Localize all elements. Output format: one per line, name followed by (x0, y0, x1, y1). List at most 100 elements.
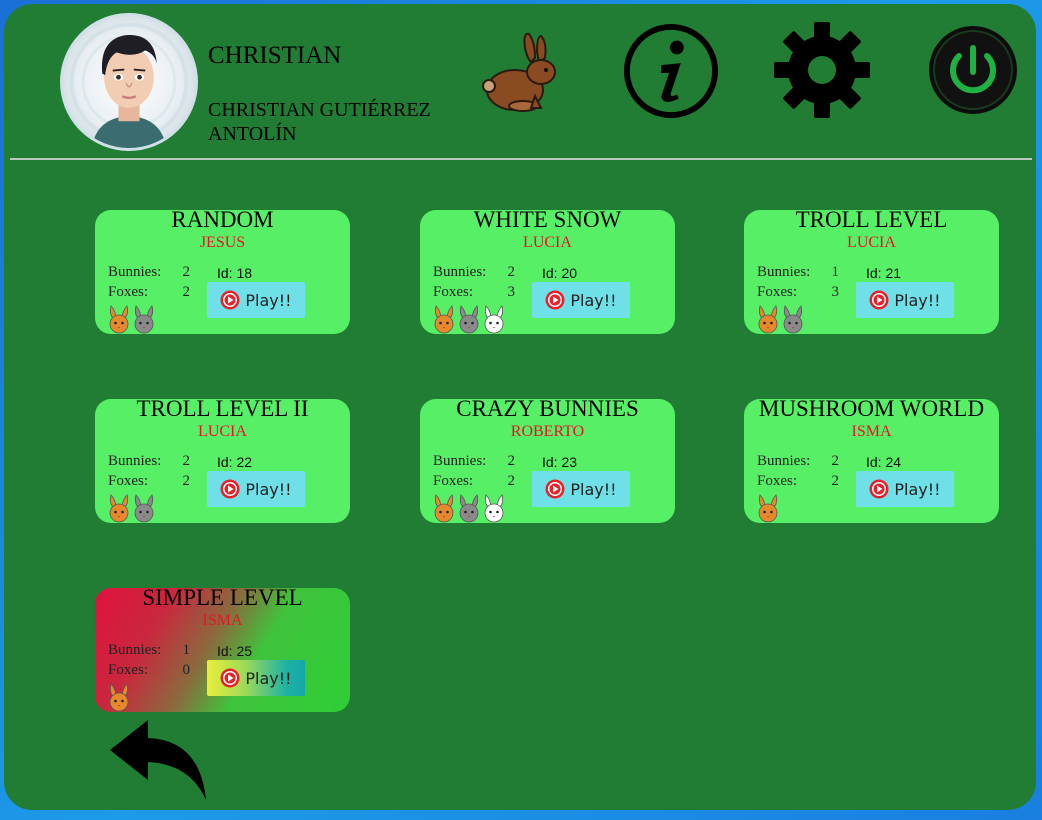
level-card: TROLL LEVEL LUCIA Bunnies: 1 Foxes: 3 Id: … (744, 207, 999, 334)
play-button[interactable]: Play!! (856, 471, 954, 507)
foxes-count: 3 (507, 284, 516, 300)
play-label: Play!! (570, 290, 617, 310)
level-author: JESUS (199, 234, 246, 251)
bunnies-stat: Bunnies: 1 (108, 642, 190, 659)
foxes-stat: Foxes: 2 (108, 284, 190, 301)
orange-bunny-icon (434, 305, 454, 334)
foxes-count: 2 (507, 473, 516, 489)
play-button[interactable]: Play!! (856, 282, 954, 318)
bunnies-stat: Bunnies: 2 (433, 453, 515, 470)
bunnies-label: Bunnies: (108, 453, 162, 469)
play-label: Play!! (245, 479, 292, 499)
play-label: Play!! (894, 290, 941, 310)
gray-bunny-icon (459, 305, 479, 334)
info-icon[interactable] (622, 22, 720, 120)
level-id: Id: 20 (542, 265, 578, 281)
play-label: Play!! (894, 479, 941, 499)
level-title: RANDOM (171, 207, 274, 232)
bunny-icons (432, 304, 506, 334)
header-divider (10, 158, 1032, 160)
foxes-count: 2 (182, 284, 191, 300)
foxes-stat: Foxes: 3 (757, 284, 839, 301)
level-card: CRAZY BUNNIES ROBERTO Bunnies: 2 Foxes: 2 … (420, 396, 675, 523)
bunnies-label: Bunnies: (757, 264, 811, 280)
level-title: WHITE SNOW (473, 207, 622, 232)
level-author: ISMA (202, 612, 243, 629)
white-bunny-icon (484, 305, 504, 334)
bunnies-label: Bunnies: (757, 453, 811, 469)
user-full-name: CHRISTIAN GUTIÉRREZ ANTOLÍN (208, 99, 431, 145)
bunnies-stat: Bunnies: 1 (757, 264, 839, 281)
foxes-count: 3 (831, 284, 840, 300)
level-title: TROLL LEVEL II (136, 396, 309, 421)
play-button[interactable]: Play!! (207, 471, 305, 507)
bunny-icons (107, 304, 156, 334)
level-card: SIMPLE LEVEL ISMA Bunnies: 1 Foxes: 0 Id: … (95, 585, 350, 712)
bunnies-stat: Bunnies: 2 (108, 453, 190, 470)
bunny-icons (107, 493, 156, 523)
play-icon (869, 479, 889, 499)
gray-bunny-icon (134, 494, 154, 523)
foxes-label: Foxes: (433, 473, 474, 489)
back-arrow-icon[interactable] (108, 718, 212, 802)
level-author: LUCIA (523, 234, 572, 251)
level-id: Id: 22 (217, 454, 253, 470)
bunnies-stat: Bunnies: 2 (757, 453, 839, 470)
orange-bunny-icon (758, 305, 778, 334)
level-id: Id: 18 (217, 265, 253, 281)
foxes-label: Foxes: (108, 473, 149, 489)
bunny-icons (756, 304, 805, 334)
header: CHRISTIAN CHRISTIAN GUTIÉRREZ ANTOLÍN (4, 4, 1036, 162)
play-icon (545, 290, 565, 310)
bunny-icons (432, 493, 506, 523)
orange-bunny-icon (109, 305, 129, 334)
bunnies-label: Bunnies: (433, 264, 487, 280)
level-author: ROBERTO (510, 423, 585, 440)
foxes-stat: Foxes: 0 (108, 662, 190, 679)
gray-bunny-icon (783, 305, 803, 334)
bunnies-label: Bunnies: (108, 264, 162, 280)
orange-bunny-icon (434, 494, 454, 523)
rabbit-icon[interactable] (479, 28, 563, 114)
play-button[interactable]: Play!! (207, 660, 305, 696)
level-card: TROLL LEVEL II LUCIA Bunnies: 2 Foxes: 2 I… (95, 396, 350, 523)
bunnies-count: 2 (507, 264, 516, 280)
foxes-label: Foxes: (108, 662, 149, 678)
bunny-icons (107, 682, 131, 712)
play-button[interactable]: Play!! (532, 471, 630, 507)
play-button[interactable]: Play!! (207, 282, 305, 318)
play-label: Play!! (245, 290, 292, 310)
avatar (60, 13, 198, 151)
play-icon (869, 290, 889, 310)
gear-icon[interactable] (772, 20, 872, 120)
bunnies-label: Bunnies: (108, 642, 162, 658)
orange-bunny-icon (758, 494, 778, 523)
foxes-label: Foxes: (757, 473, 798, 489)
level-author: ISMA (851, 423, 892, 440)
bunnies-stat: Bunnies: 2 (433, 264, 515, 281)
foxes-count: 0 (182, 662, 191, 678)
power-icon[interactable] (927, 24, 1019, 116)
username: CHRISTIAN (208, 42, 342, 69)
level-author: LUCIA (198, 423, 247, 440)
play-label: Play!! (245, 668, 292, 688)
foxes-stat: Foxes: 3 (433, 284, 515, 301)
level-id: Id: 23 (542, 454, 578, 470)
bunnies-count: 2 (507, 453, 516, 469)
foxes-label: Foxes: (433, 284, 474, 300)
level-id: Id: 25 (217, 643, 253, 659)
bunnies-label: Bunnies: (433, 453, 487, 469)
level-title: TROLL LEVEL (795, 207, 948, 232)
foxes-label: Foxes: (757, 284, 798, 300)
foxes-label: Foxes: (108, 284, 149, 300)
level-title: MUSHROOM WORLD (758, 396, 985, 421)
orange-bunny-icon (109, 494, 129, 523)
level-card: WHITE SNOW LUCIA Bunnies: 2 Foxes: 3 Id: 2… (420, 207, 675, 334)
bunnies-count: 2 (831, 453, 840, 469)
gray-bunny-icon (134, 305, 154, 334)
level-author: LUCIA (847, 234, 896, 251)
play-button[interactable]: Play!! (532, 282, 630, 318)
foxes-stat: Foxes: 2 (433, 473, 515, 490)
level-id: Id: 21 (866, 265, 902, 281)
foxes-stat: Foxes: 2 (757, 473, 839, 490)
